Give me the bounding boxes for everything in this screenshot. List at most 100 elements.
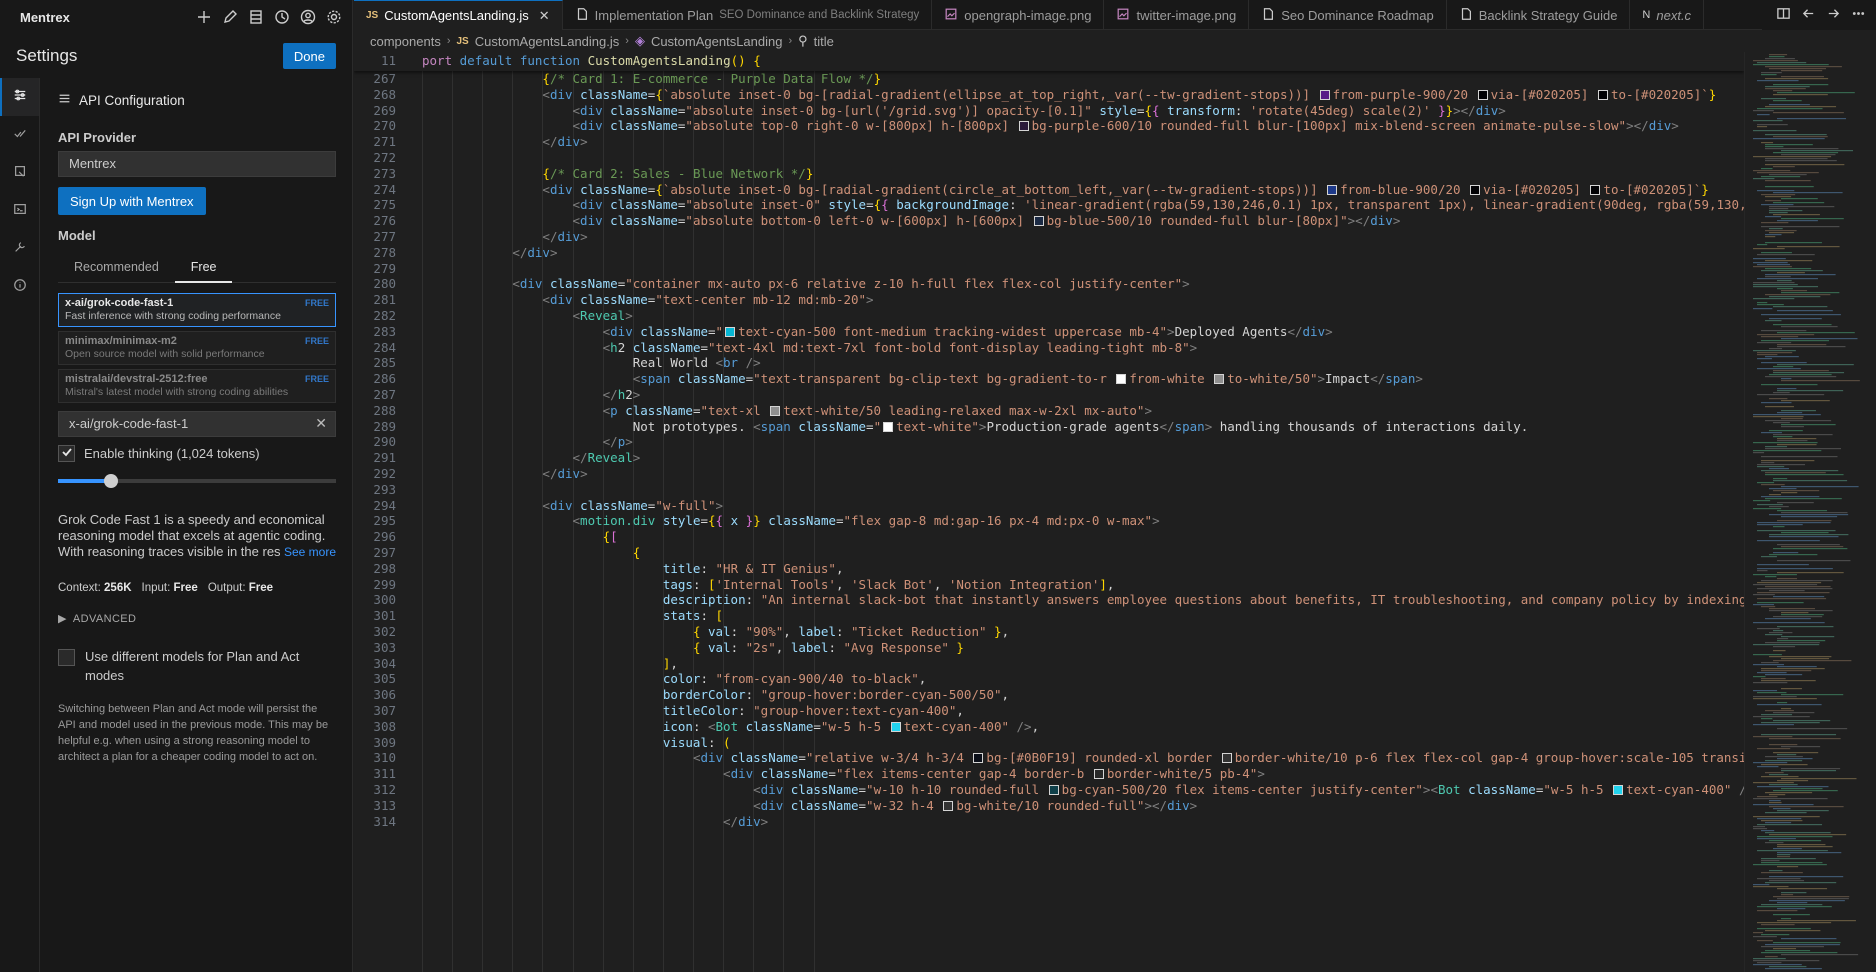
pencil-icon[interactable] [222,9,238,25]
brand-title: Mentrex [20,9,70,25]
settings-header: Settings Done [0,34,352,78]
chevron-right-icon: › [788,35,793,47]
arrow-left-icon[interactable] [1801,6,1816,25]
rail-about[interactable] [0,268,39,306]
history-icon[interactable] [274,9,290,25]
model-stats: Context: 256K Input: Free Output: Free [58,582,336,594]
color-swatch[interactable] [1597,89,1608,100]
clipboard-icon [13,164,27,182]
free-badge: FREE [304,374,329,384]
color-swatch[interactable] [1319,89,1330,100]
editor-tab[interactable]: twitter-image.png [1104,0,1250,30]
tab-free[interactable]: Free [174,251,233,283]
rail-api-config[interactable] [0,78,39,116]
split-editor-icon[interactable] [1776,6,1791,25]
color-swatch[interactable] [1048,785,1059,795]
server-icon[interactable] [248,9,264,25]
model-option-name: mistralai/devstral-2512:free [65,373,208,385]
color-swatch[interactable] [1477,89,1488,100]
editor-tabbar: JS CustomAgentsLanding.js ✕ Implementation … [354,0,1876,30]
model-option[interactable]: x-ai/grok-code-fast-1 Fast inference wit… [58,293,336,327]
more-icon[interactable] [1851,6,1866,25]
rail-debug[interactable] [0,230,39,268]
info-icon [13,278,27,296]
thinking-slider[interactable] [58,474,336,488]
color-swatch[interactable] [1018,121,1029,132]
color-swatch[interactable] [1033,216,1044,227]
editor-tab[interactable]: JS CustomAgentsLanding.js ✕ [354,0,563,30]
tab-label: Implementation Plan [594,7,714,23]
panel-toolbar [196,9,342,25]
minimap[interactable] [1744,52,1864,972]
chevron-right-icon: ▶ [58,613,67,625]
n-icon: N [1642,9,1651,21]
breadcrumb-item[interactable]: components [370,34,441,49]
color-swatch[interactable] [890,721,901,732]
model-search-input[interactable]: x-ai/grok-code-fast-1 ✕ [58,411,336,437]
color-swatch[interactable] [1613,785,1624,795]
model-option-desc: Open source model with solid performance [65,348,265,360]
section-title: API Configuration [79,92,185,108]
line-number: 314 [373,813,396,829]
slider-thumb[interactable] [103,474,118,488]
see-more-link[interactable]: See more [279,544,336,560]
provider-label: API Provider [58,130,137,145]
advanced-toggle[interactable]: ▶ ADVANCED [58,612,336,626]
breadcrumb-item[interactable]: title [814,34,834,49]
editor-tab[interactable]: opengraph-image.png [932,0,1105,30]
advanced-label: ADVANCED [72,612,137,625]
model-option-desc: Mistral's latest model with strong codin… [65,386,289,398]
color-swatch[interactable] [725,326,736,337]
color-swatch[interactable] [1221,753,1232,764]
thinking-checkbox[interactable] [58,445,75,462]
line-number: 11 [380,53,396,68]
done-button[interactable]: Done [282,43,336,69]
tab-recommended[interactable]: Recommended [58,251,175,282]
close-icon[interactable]: ✕ [315,415,327,432]
section-header: API Configuration [58,78,336,122]
sticky-scroll-header[interactable]: 11 port default function CustomAgentsLand… [354,52,1744,71]
code-editor[interactable]: 267 {/* Card 1: E-commerce - Purple Data… [354,52,1744,972]
cube-icon: ◈ [634,33,645,48]
editor-scrollbar[interactable] [1864,52,1876,972]
code-line[interactable]: 11 port default function CustomAgentsLand… [354,52,1744,70]
rail-features[interactable] [0,116,39,154]
sliders-icon [13,88,27,106]
editor-tab[interactable]: Implementation Plan SEO Dominance and Bac… [563,0,933,30]
signup-button[interactable]: Sign Up with Mentrex [58,187,206,215]
settings-rail [0,78,40,972]
code-line[interactable]: 314 </div> [354,812,1744,831]
color-swatch[interactable] [1327,184,1338,195]
panel-topbar: Mentrex [0,0,352,34]
editor-tab[interactable]: Backlink Strategy Guide [1447,0,1631,30]
breadcrumb-item[interactable]: CustomAgentsLanding [651,34,783,49]
plan-act-checkbox[interactable] [58,649,75,666]
arrow-right-icon[interactable] [1826,6,1841,25]
gear-icon[interactable] [326,9,342,25]
color-swatch[interactable] [1590,184,1601,195]
rail-browser[interactable] [0,154,39,192]
model-option[interactable]: minimax/minimax-m2 Open source model wit… [58,331,336,365]
color-swatch[interactable] [1470,184,1481,195]
model-option[interactable]: mistralai/devstral-2512:free Mistral's l… [58,369,336,403]
color-swatch[interactable] [943,800,954,811]
account-icon[interactable] [300,9,316,25]
doc-icon [1459,7,1473,24]
free-badge: FREE [304,298,329,308]
editor-tab[interactable]: Nnext.c [1630,0,1705,30]
color-swatch[interactable] [1093,769,1104,780]
provider-select[interactable]: Mentrex [58,151,336,177]
editor-tab[interactable]: Seo Dominance Roadmap [1249,0,1447,30]
color-swatch[interactable] [1116,374,1127,385]
close-icon[interactable]: ✕ [539,8,550,24]
rail-terminal[interactable] [0,192,39,230]
color-swatch[interactable] [1214,374,1225,385]
breadcrumb-item[interactable]: CustomAgentsLanding.js [475,34,620,49]
color-swatch[interactable] [770,405,781,416]
output-stat: Output: Free [207,582,274,594]
settings-panel: Mentrex Settings Done API Configuration … [0,0,353,972]
model-option-desc: Fast inference with strong coding perfor… [65,310,281,322]
new-task-icon[interactable] [196,9,212,25]
color-swatch[interactable] [883,421,894,432]
color-swatch[interactable] [973,753,984,764]
